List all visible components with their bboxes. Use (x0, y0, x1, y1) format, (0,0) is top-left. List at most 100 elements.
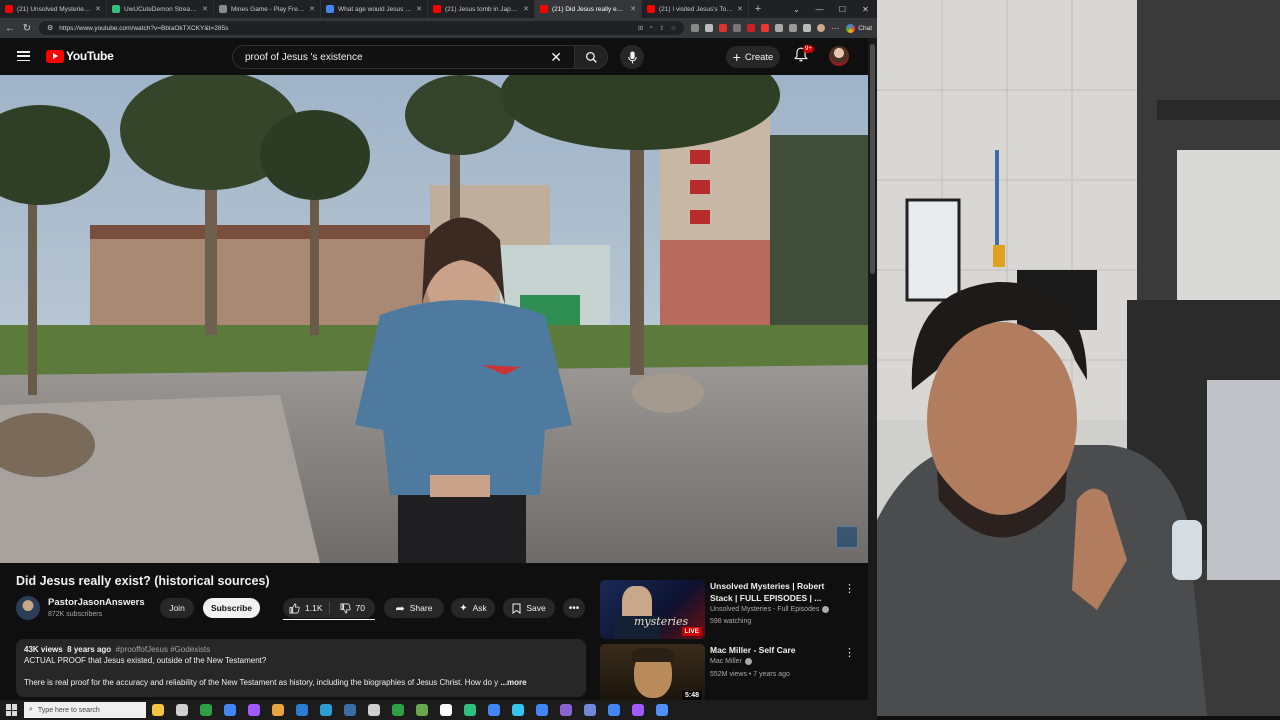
chat-button[interactable]: Chat (846, 23, 872, 33)
extension-icon[interactable] (691, 24, 700, 32)
taskbar-app-icon[interactable] (512, 704, 524, 716)
save-button[interactable]: Save (503, 598, 555, 618)
extension-icon[interactable] (705, 24, 714, 32)
taskbar-app-icon[interactable] (656, 704, 668, 716)
scrollbar-thumb[interactable] (870, 44, 875, 274)
hashtags[interactable]: #prooffofJesus #Godexists (116, 645, 211, 654)
share-button[interactable]: ➦ Share (384, 598, 444, 618)
taskbar-app-icon[interactable] (296, 704, 308, 716)
search-button[interactable] (574, 45, 608, 69)
taskbar-search-input[interactable]: ⌕ Type here to search (24, 702, 146, 718)
tab-title: (21) Jesus tomb in Japan - Yo (445, 5, 519, 13)
create-button[interactable]: + Create (726, 46, 780, 68)
share-page-icon[interactable]: ⇪ (659, 24, 664, 32)
recommendation-channel[interactable]: Mac Miller (710, 658, 742, 665)
taskbar-app-icon[interactable] (392, 704, 404, 716)
like-button[interactable]: 1.1K (283, 603, 329, 614)
recommendation-title[interactable]: Mac Miller - Self Care (710, 644, 840, 656)
tab-close-icon[interactable]: ✕ (202, 5, 208, 13)
ask-button[interactable]: ✦ Ask (451, 598, 495, 618)
taskbar-app-icon[interactable] (416, 704, 428, 716)
tab-close-icon[interactable]: ✕ (416, 5, 422, 13)
menu-icon[interactable] (17, 51, 30, 61)
taskbar-app-icon[interactable] (224, 704, 236, 716)
taskbar-app-icon[interactable] (464, 704, 476, 716)
account-avatar[interactable] (829, 46, 849, 66)
more-vertical-icon[interactable]: ⋮ (844, 646, 855, 659)
recommendation-channel[interactable]: Unsolved Mysteries - Full Episodes (710, 606, 819, 613)
browser-tab[interactable]: UwUCuteDemon Stream - Wa ✕ (107, 0, 214, 18)
search-input[interactable]: proof of Jesus 's existence ✕ (232, 45, 574, 69)
tab-close-icon[interactable]: ✕ (523, 5, 529, 13)
browser-tab[interactable]: (21) I visited Jesus's Tomb in ✕ (642, 0, 749, 18)
recommendation-item[interactable]: 5:48 Mac Miller - Self Care Mac Miller 5… (600, 644, 866, 704)
tab-close-icon[interactable]: ✕ (737, 5, 743, 13)
extension-icon[interactable] (761, 24, 770, 32)
maximize-icon[interactable]: ☐ (831, 0, 854, 18)
new-tab-button[interactable]: + (749, 0, 767, 18)
taskbar-app-icon[interactable] (344, 704, 356, 716)
taskbar-app-icon[interactable] (440, 704, 452, 716)
clear-search-icon[interactable]: ✕ (550, 49, 562, 66)
recommendation-thumbnail[interactable]: 5:48 (600, 644, 705, 703)
dislike-button[interactable]: 70 (330, 603, 376, 614)
taskbar-app-icon[interactable] (632, 704, 644, 716)
taskbar-app-icon[interactable] (272, 704, 284, 716)
extension-icon[interactable] (719, 24, 728, 32)
youtube-logo[interactable]: YouTube (46, 49, 114, 63)
channel-avatar[interactable] (16, 596, 40, 620)
taskbar-search-placeholder: Type here to search (37, 706, 100, 714)
channel-watermark[interactable] (836, 526, 858, 548)
taskbar-app-icon[interactable] (200, 704, 212, 716)
browser-tab[interactable]: What age would Jesus have liv✕ (321, 0, 428, 18)
recommendation-thumbnail[interactable]: mysteries LIVE (600, 580, 705, 639)
taskbar-app-icon[interactable] (368, 704, 380, 716)
bookmark-star-icon[interactable]: ☆ (670, 24, 676, 32)
taskbar-app-icon[interactable] (320, 704, 332, 716)
extension-icon[interactable] (803, 24, 812, 32)
site-info-icon[interactable]: ⚙ (47, 24, 53, 32)
zoom-icon[interactable]: ⌕ (649, 24, 653, 32)
taskbar-app-icon[interactable] (152, 704, 164, 716)
taskbar-app-icon[interactable] (248, 704, 260, 716)
extension-icon[interactable] (789, 24, 798, 32)
tab-close-icon[interactable]: ✕ (309, 5, 315, 13)
taskbar-app-icon[interactable] (176, 704, 188, 716)
minimize-icon[interactable]: — (808, 0, 831, 18)
taskbar-app-icon[interactable] (536, 704, 548, 716)
start-icon[interactable] (6, 704, 18, 716)
taskbar-app-icon[interactable] (608, 704, 620, 716)
recommendation-item[interactable]: mysteries LIVE Unsolved Mysteries | Robe… (600, 580, 866, 640)
browser-tab[interactable]: (21) Jesus tomb in Japan - Yo ✕ (428, 0, 535, 18)
subscribe-button[interactable]: Subscribe (203, 598, 260, 618)
notifications-button[interactable]: 9+ (794, 45, 814, 67)
more-actions-button[interactable]: ••• (563, 598, 585, 618)
more-vertical-icon[interactable]: ⋮ (844, 582, 855, 595)
video-player[interactable] (0, 75, 868, 563)
tab-close-icon[interactable]: ✕ (95, 5, 101, 13)
join-button[interactable]: Join (160, 598, 194, 618)
profile-icon[interactable] (817, 24, 826, 32)
recommendation-title[interactable]: Unsolved Mysteries | Robert Stack | FULL… (710, 580, 840, 604)
taskbar-app-icon[interactable] (560, 704, 572, 716)
extension-icon[interactable] (747, 24, 756, 32)
channel-name[interactable]: PastorJasonAnswers (48, 597, 145, 608)
translate-icon[interactable]: ⊞ (638, 24, 643, 32)
tab-close-icon[interactable]: ✕ (630, 5, 636, 13)
dropdown-icon[interactable]: ⌄ (785, 0, 808, 18)
reload-icon[interactable]: ↻ (22, 23, 32, 34)
description-box[interactable]: 43K views 8 years ago #prooffofJesus #Go… (16, 639, 586, 697)
extension-icon[interactable] (775, 24, 784, 32)
taskbar-app-icon[interactable] (584, 704, 596, 716)
browser-tab[interactable]: Mines Game - Play Free Social ✕ (214, 0, 321, 18)
browser-tab[interactable]: (21) Did Jesus really exist? (h ✕ (535, 0, 642, 18)
close-window-icon[interactable]: ✕ (854, 0, 877, 18)
extension-icon[interactable] (733, 24, 742, 32)
back-icon[interactable]: ← (5, 23, 15, 34)
more-link[interactable]: ...more (500, 678, 526, 687)
taskbar-app-icon[interactable] (488, 704, 500, 716)
voice-search-button[interactable] (620, 45, 644, 69)
menu-dots-icon[interactable]: ⋯ (831, 24, 839, 33)
url-field[interactable]: ⚙ https://www.youtube.com/watch?v=BbIaOk… (39, 21, 685, 35)
browser-tab[interactable]: (21) Unsolved Mysteries | Rob ✕ (0, 0, 107, 18)
